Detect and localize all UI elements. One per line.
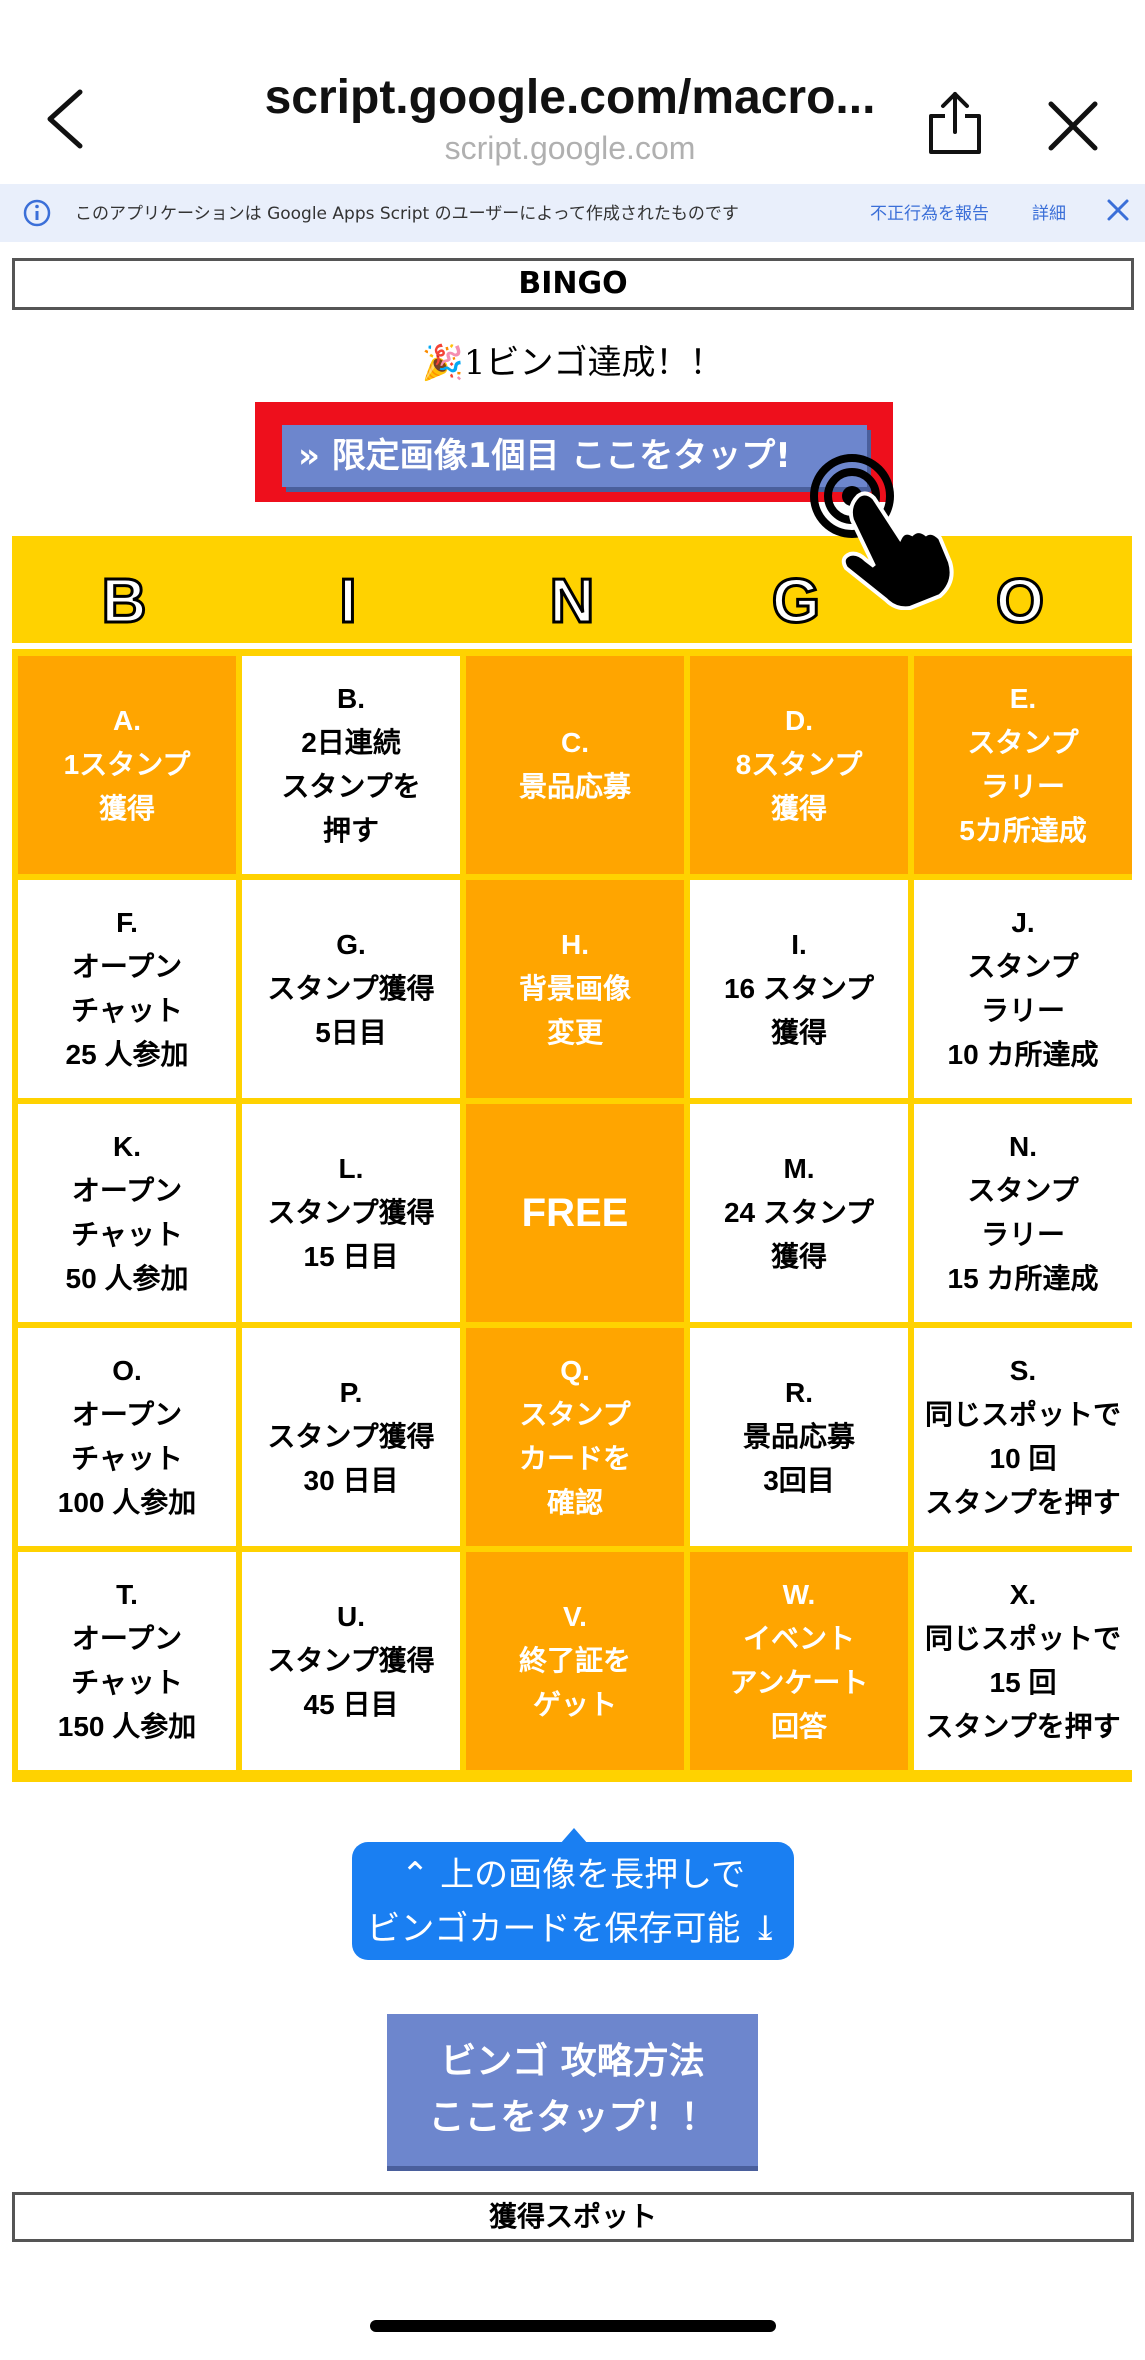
bingo-cell[interactable]: O. オープン チャット 100 人参加 (18, 1328, 236, 1546)
bingo-cell[interactable]: G. スタンプ獲得 5日目 (242, 880, 460, 1098)
bingo-letters: BINGO (12, 536, 1132, 646)
bingo-cell[interactable]: E. スタンプ ラリー 5カ所達成 (914, 656, 1132, 874)
bingo-cell[interactable]: U. スタンプ獲得 45 日目 (242, 1552, 460, 1770)
url-subtitle: script.google.com (444, 130, 696, 166)
bingo-cell[interactable]: M. 24 スタンプ 獲得 (690, 1104, 908, 1322)
bingo-letter-n: N (548, 566, 596, 638)
share-icon[interactable] (925, 88, 985, 158)
bingo-cell[interactable]: T. オープン チャット 150 人参加 (18, 1552, 236, 1770)
strategy-line-2: ここをタップ！！ (428, 2097, 717, 2138)
bingo-cell[interactable]: H. 背景画像 変更 (466, 880, 684, 1098)
bingo-section-title: BINGO (12, 258, 1134, 310)
bingo-cell[interactable]: W. イベント アンケート 回答 (690, 1552, 908, 1770)
double-chevron-up-icon: ⌃ (400, 1855, 430, 1895)
bingo-cell[interactable]: F. オープン チャット 25 人参加 (18, 880, 236, 1098)
bingo-cell[interactable]: Q. スタンプ カードを 確認 (466, 1328, 684, 1546)
close-icon[interactable] (1045, 98, 1101, 154)
bingo-cell[interactable]: I. 16 スタンプ 獲得 (690, 880, 908, 1098)
bingo-cell[interactable]: L. スタンプ獲得 15 日目 (242, 1104, 460, 1322)
tip-line-1: ⌃ 上の画像を長押しで (352, 1848, 794, 1902)
banner-text: このアプリケーションは Google Apps Script のユーザーによって… (75, 204, 739, 224)
tip-text-1: 上の画像を長押しで (440, 1855, 746, 1895)
limited-image-button[interactable]: » 限定画像1個目 ここをタップ! (282, 425, 867, 487)
bingo-cell[interactable]: A. 1スタンプ 獲得 (18, 656, 236, 874)
bingo-cell[interactable]: X. 同じスポットで 15 回 スタンプを押す (914, 1552, 1132, 1770)
info-icon (23, 199, 51, 227)
strategy-line-1: ビンゴ 攻略方法 (440, 2041, 705, 2082)
report-abuse-link[interactable]: 不正行為を報告 (870, 199, 989, 224)
header-divider (12, 643, 1132, 649)
bingo-cell[interactable]: R. 景品応募 3回目 (690, 1328, 908, 1546)
bingo-cell[interactable]: S. 同じスポットで 10 回 スタンプを押す (914, 1328, 1132, 1546)
bingo-cell[interactable]: D. 8スタンプ 獲得 (690, 656, 908, 874)
back-chevron-icon[interactable] (40, 88, 90, 150)
tip-text-2: ビンゴカードを保存可能 (366, 1909, 741, 1949)
download-icon: ⤓ (751, 1909, 780, 1949)
bingo-cell[interactable]: C. 景品応募 (466, 656, 684, 874)
tap-hand-icon (810, 454, 954, 610)
url-title[interactable]: script.google.com/macro... (190, 70, 950, 125)
bingo-cell[interactable]: N. スタンプ ラリー 15 カ所達成 (914, 1104, 1132, 1322)
bingo-letter-i: I (338, 566, 358, 638)
spots-section-title: 獲得スポット (12, 2192, 1134, 2242)
bingo-cell[interactable]: FREE (466, 1104, 684, 1322)
bingo-cell[interactable]: J. スタンプ ラリー 10 カ所達成 (914, 880, 1132, 1098)
strategy-button[interactable]: ビンゴ 攻略方法 ここをタップ！！ (387, 2014, 758, 2166)
tip-line-2: ビンゴカードを保存可能 ⤓ (352, 1902, 794, 1956)
bingo-cell[interactable]: B. 2日連続 スタンプを 押す (242, 656, 460, 874)
save-card-tip: ⌃ 上の画像を長押しで ビンゴカードを保存可能 ⤓ (352, 1842, 794, 1960)
bingo-cell[interactable]: K. オープン チャット 50 人参加 (18, 1104, 236, 1322)
bingo-cell[interactable]: V. 終了証を ゲット (466, 1552, 684, 1770)
details-link[interactable]: 詳細 (1032, 199, 1066, 224)
bingo-cell[interactable]: P. スタンプ獲得 30 日目 (242, 1328, 460, 1546)
bingo-letter-b: B (100, 566, 148, 638)
home-indicator (370, 2320, 776, 2332)
achievement-text: 🎉1ビンゴ達成！！ (421, 343, 724, 383)
banner-close-icon[interactable] (1104, 196, 1132, 224)
